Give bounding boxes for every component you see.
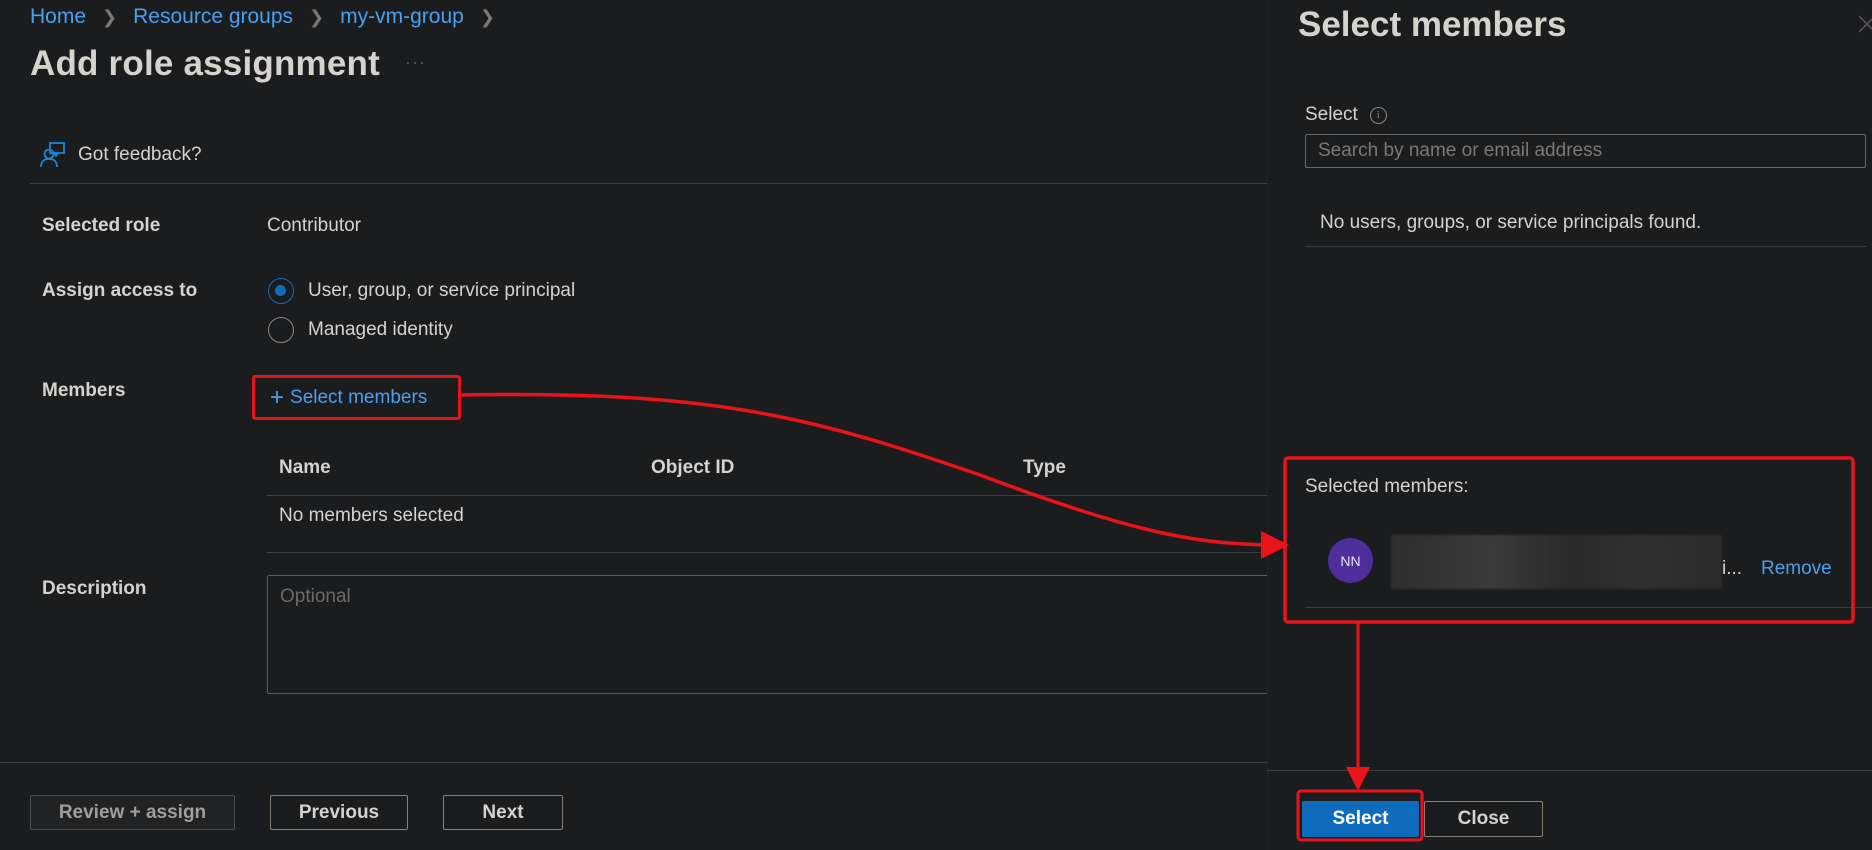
assign-access-label: Assign access to (42, 280, 198, 301)
radio-unchecked[interactable] (268, 317, 294, 343)
chevron-right-icon: ❯ (309, 6, 325, 27)
select-button[interactable]: Select (1302, 801, 1419, 837)
breadcrumb-home[interactable]: Home (30, 5, 86, 29)
annotation-curve-arrow (460, 392, 1289, 559)
description-textarea[interactable] (267, 575, 1277, 694)
select-members-link[interactable]: + Select members (252, 375, 461, 420)
selected-role-label: Selected role (42, 215, 161, 236)
selected-members-divider (1305, 607, 1872, 608)
radio-label: User, group, or service principal (308, 280, 576, 301)
plus-icon: + (270, 383, 285, 411)
description-label: Description (42, 578, 147, 599)
radio-label: Managed identity (308, 319, 453, 340)
feedback-icon (40, 142, 65, 168)
breadcrumb: Home ❯ Resource groups ❯ my-vm-group ❯ (30, 5, 511, 29)
no-results-text: No users, groups, or service principals … (1320, 212, 1702, 233)
table-bottom-divider (267, 552, 1267, 553)
remove-member-link[interactable]: Remove (1761, 558, 1832, 580)
next-button[interactable]: Next (443, 795, 563, 830)
chevron-right-icon: ❯ (479, 6, 495, 27)
results-divider (1305, 246, 1866, 247)
chevron-right-icon: ❯ (102, 6, 118, 27)
review-assign-button[interactable]: Review + assign (30, 795, 235, 830)
member-search-input[interactable] (1305, 134, 1866, 168)
radio-user-group-sp[interactable]: User, group, or service principal (268, 278, 575, 304)
column-header-object-id[interactable]: Object ID (651, 457, 734, 479)
redacted-member-name (1391, 535, 1722, 589)
column-header-type[interactable]: Type (1023, 457, 1066, 479)
table-empty-text: No members selected (279, 505, 464, 526)
member-name-tail: i... (1722, 558, 1743, 579)
members-label: Members (42, 380, 126, 401)
select-field-label: Select i (1305, 104, 1387, 126)
close-button[interactable]: Close (1424, 801, 1543, 837)
panel-footer-divider (1267, 770, 1872, 771)
footer-divider (0, 762, 1267, 763)
table-header-divider (267, 495, 1267, 496)
breadcrumb-resource-groups[interactable]: Resource groups (133, 5, 293, 29)
select-label: Select (1305, 104, 1358, 125)
radio-managed-identity[interactable]: Managed identity (268, 317, 453, 343)
panel-title: Select members (1298, 5, 1567, 44)
selected-role-value: Contributor (267, 215, 361, 236)
ellipsis-icon[interactable]: ··· (405, 52, 426, 73)
close-icon[interactable] (1857, 14, 1872, 34)
feedback-link[interactable]: Got feedback? (40, 142, 202, 168)
select-members-panel (1267, 0, 1872, 850)
page-title: Add role assignment (30, 44, 380, 83)
info-icon[interactable]: i (1369, 106, 1387, 124)
divider (30, 183, 1267, 184)
select-members-label: Select members (290, 386, 428, 408)
breadcrumb-my-vm-group[interactable]: my-vm-group (340, 5, 464, 29)
previous-button[interactable]: Previous (270, 795, 408, 830)
selected-members-label: Selected members: (1305, 476, 1469, 497)
avatar: NN (1328, 538, 1373, 583)
feedback-label: Got feedback? (78, 144, 202, 165)
column-header-name[interactable]: Name (279, 457, 331, 479)
radio-checked[interactable] (268, 278, 294, 304)
